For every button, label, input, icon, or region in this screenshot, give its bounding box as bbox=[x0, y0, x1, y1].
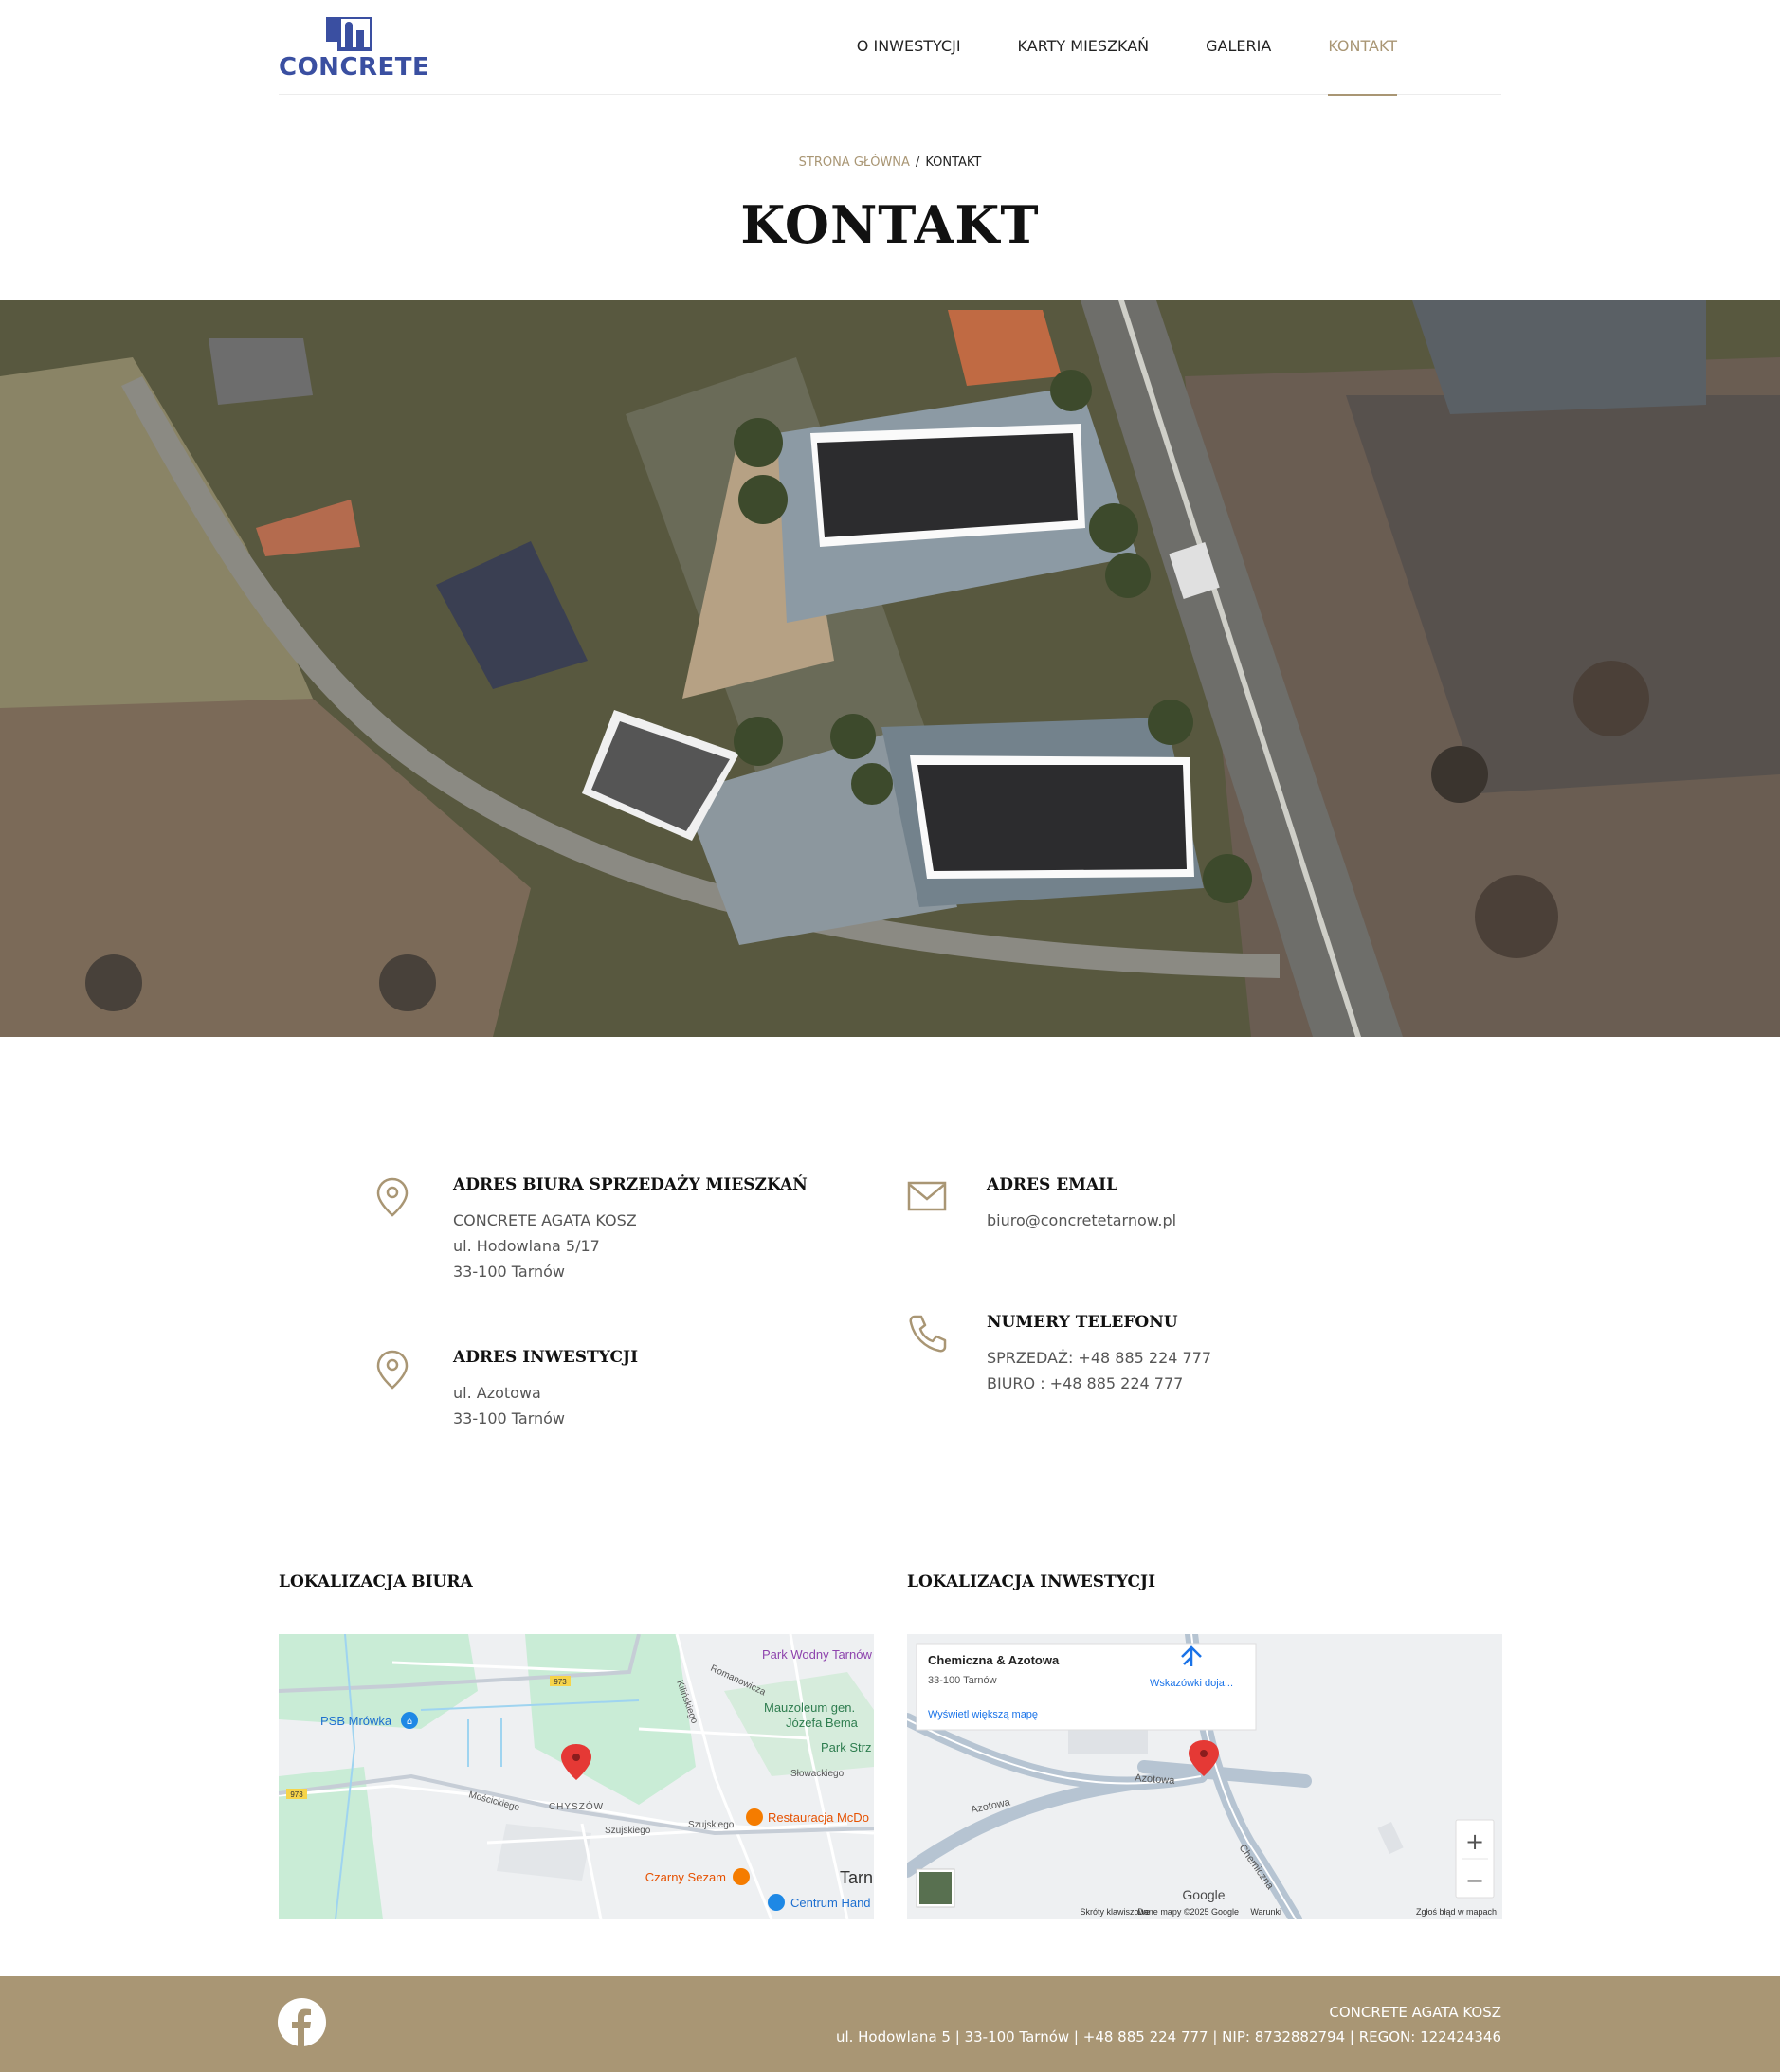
map-label-park-wodny: Park Wodny Tarnów bbox=[762, 1647, 872, 1662]
map-label-street: Szujskiego bbox=[688, 1820, 735, 1830]
map-label-street: Słowackiego bbox=[790, 1769, 845, 1779]
facebook-icon[interactable] bbox=[278, 1998, 326, 2046]
office-map[interactable]: 973 973 Park Wodny Tarnów Romanowicza Ki… bbox=[279, 1634, 874, 1919]
site-header: CONCRETE O INWESTYCJI KARTY MIESZKAŃ GAL… bbox=[279, 0, 1501, 96]
investment-map[interactable]: Azotowa Azotowa Chemiczna Chemiczna & Az… bbox=[907, 1634, 1502, 1919]
office-address-lines: CONCRETE AGATA KOSZ ul. Hodowlana 5/17 3… bbox=[453, 1208, 637, 1284]
investment-location-title: LOKALIZACJA INWESTYCJI bbox=[907, 1572, 1156, 1591]
phone-sales[interactable]: SPRZEDAŻ: +48 885 224 777 bbox=[987, 1345, 1211, 1371]
map-bigger-link[interactable]: Wyświetl większą mapę bbox=[928, 1709, 1038, 1720]
map-label-mauzoleum: Józefa Bema bbox=[786, 1716, 859, 1730]
breadcrumb-home-link[interactable]: STRONA GŁÓWNA bbox=[799, 155, 910, 170]
map-card-title: Chemiczna & Azotowa bbox=[928, 1653, 1060, 1667]
investment-map-canvas: Azotowa Azotowa Chemiczna Chemiczna & Az… bbox=[907, 1634, 1502, 1919]
office-address-line: 33-100 Tarnów bbox=[453, 1263, 565, 1281]
investment-address-line: 33-100 Tarnów bbox=[453, 1409, 565, 1427]
map-directions-link[interactable]: Wskazówki doja... bbox=[1150, 1678, 1233, 1689]
road-973-label: 973 bbox=[290, 1790, 303, 1799]
map-pin-icon bbox=[376, 1177, 409, 1217]
phone-lines: SPRZEDAŻ: +48 885 224 777 BIURO : +48 88… bbox=[987, 1345, 1211, 1396]
phone-office[interactable]: BIURO : +48 885 224 777 bbox=[987, 1371, 1211, 1396]
nav-kontakt[interactable]: KONTAKT bbox=[1328, 0, 1397, 96]
office-address-line: ul. Hodowlana 5/17 bbox=[453, 1237, 600, 1255]
footer-company: CONCRETE AGATA KOSZ bbox=[1329, 2004, 1501, 2021]
investment-address-block: ADRES INWESTYCJI ul. Azotowa 33-100 Tarn… bbox=[373, 1348, 828, 1443]
footer-details: ul. Hodowlana 5 | 33-100 Tarnów | +48 88… bbox=[835, 2028, 1501, 2045]
aerial-photo-illustration bbox=[0, 300, 1780, 1037]
zoom-in-button[interactable]: + bbox=[1465, 1828, 1484, 1855]
email-block: ADRES EMAIL biuro@concretetarnow.pl bbox=[907, 1175, 1362, 1251]
map-report-link[interactable]: Zgłoś błąd w mapach bbox=[1416, 1907, 1497, 1917]
map-card-subtitle: 33-100 Tarnów bbox=[928, 1675, 997, 1686]
breadcrumb-separator: / bbox=[915, 155, 920, 170]
map-label-district: CHYSZÓW bbox=[549, 1800, 604, 1812]
office-address-title: ADRES BIURA SPRZEDAŻY MIESZKAŃ bbox=[453, 1175, 808, 1194]
road-973-label: 973 bbox=[554, 1678, 567, 1686]
satellite-toggle[interactable] bbox=[919, 1872, 952, 1904]
map-terms-link[interactable]: Warunki bbox=[1250, 1907, 1281, 1917]
nav-galeria[interactable]: GALERIA bbox=[1206, 0, 1271, 95]
phone-title: NUMERY TELEFONU bbox=[987, 1313, 1178, 1332]
svg-text:⌂: ⌂ bbox=[407, 1717, 412, 1727]
logo-text: CONCRETE bbox=[279, 53, 430, 82]
breadcrumb-current: KONTAKT bbox=[925, 155, 982, 170]
google-logo: Google bbox=[1182, 1887, 1225, 1902]
map-label-park: Park Strz bbox=[821, 1740, 871, 1754]
phone-icon bbox=[909, 1315, 947, 1353]
office-location-title: LOKALIZACJA BIURA bbox=[279, 1572, 473, 1591]
nav-o-inwestycji[interactable]: O INWESTYCJI bbox=[857, 0, 961, 95]
map-label-street: Szujskiego bbox=[605, 1826, 651, 1836]
email-lines: biuro@concretetarnow.pl bbox=[987, 1208, 1176, 1233]
office-address-block: ADRES BIURA SPRZEDAŻY MIESZKAŃ CONCRETE … bbox=[373, 1175, 828, 1289]
site-logo[interactable]: CONCRETE bbox=[279, 17, 430, 82]
page-title: KONTAKT bbox=[740, 194, 1040, 255]
office-address-line: CONCRETE AGATA KOSZ bbox=[453, 1211, 637, 1229]
zoom-out-button[interactable]: − bbox=[1465, 1867, 1484, 1894]
map-label-czarny-sezam: Czarny Sezam bbox=[645, 1870, 726, 1884]
envelope-icon bbox=[907, 1181, 947, 1211]
investment-address-title: ADRES INWESTYCJI bbox=[453, 1348, 639, 1367]
map-label-city: Tarn bbox=[840, 1868, 873, 1887]
hero-aerial-image bbox=[0, 300, 1780, 1037]
site-footer: CONCRETE AGATA KOSZ ul. Hodowlana 5 | 33… bbox=[0, 1976, 1780, 2072]
main-nav: O INWESTYCJI KARTY MIESZKAŃ GALERIA KONT… bbox=[857, 0, 1397, 96]
email-title: ADRES EMAIL bbox=[987, 1175, 1118, 1194]
map-label-centrum: Centrum Hand bbox=[790, 1896, 871, 1910]
map-label-psb: PSB Mrówka bbox=[320, 1714, 392, 1728]
investment-address-lines: ul. Azotowa 33-100 Tarnów bbox=[453, 1380, 565, 1431]
breadcrumb: STRONA GŁÓWNA / KONTAKT bbox=[0, 155, 1780, 170]
map-label-restauracja: Restauracja McDo bbox=[768, 1810, 869, 1825]
phone-block: NUMERY TELEFONU SPRZEDAŻ: +48 885 224 77… bbox=[907, 1313, 1362, 1408]
email-link[interactable]: biuro@concretetarnow.pl bbox=[987, 1208, 1176, 1233]
map-label-mauzoleum: Mauzoleum gen. bbox=[764, 1700, 855, 1715]
logo-mark-icon bbox=[326, 17, 372, 51]
nav-karty-mieszkan[interactable]: KARTY MIESZKAŃ bbox=[1018, 0, 1150, 95]
office-map-canvas: 973 973 Park Wodny Tarnów Romanowicza Ki… bbox=[279, 1634, 874, 1919]
map-data-attribution: Dane mapy ©2025 Google bbox=[1137, 1907, 1239, 1917]
map-pin-icon bbox=[376, 1350, 409, 1390]
investment-address-line: ul. Azotowa bbox=[453, 1384, 541, 1402]
